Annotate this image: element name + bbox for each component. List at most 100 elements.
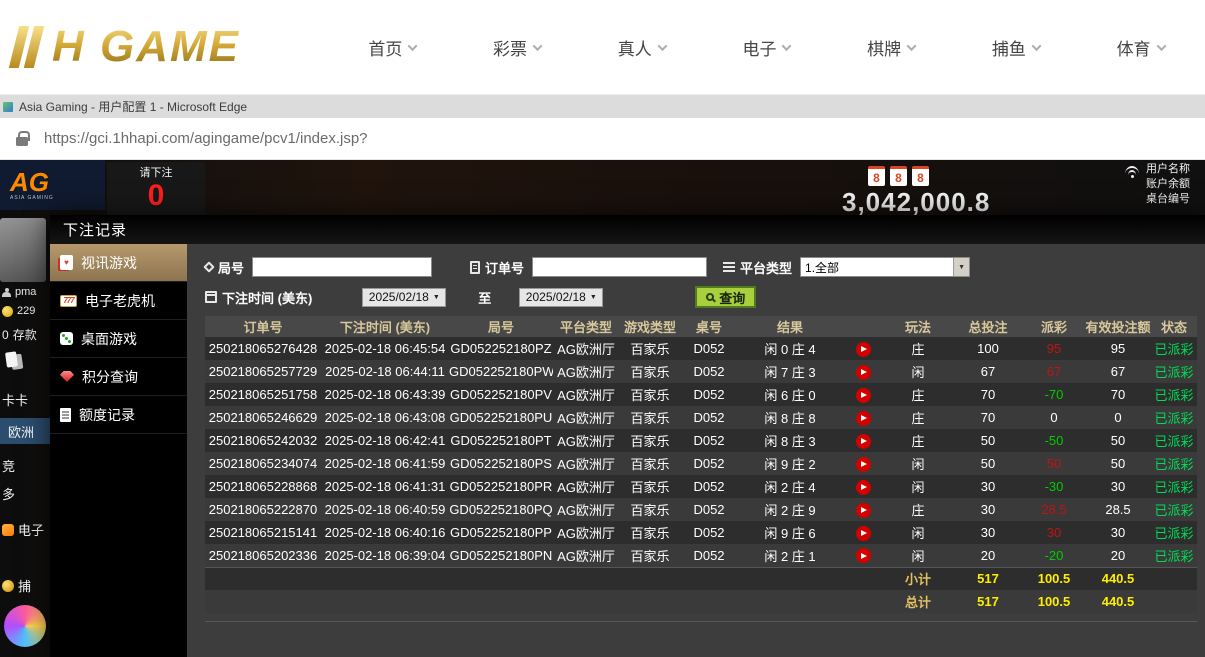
column-header: 总投注 (953, 316, 1023, 337)
records-tbody: 2502180652764282025-02-18 06:45:54GD0522… (205, 337, 1197, 613)
menu-item-label: 电子老虎机 (85, 291, 155, 311)
username-row: pma (2, 286, 36, 298)
screen: H GAME 首页 彩票 真人 电子 棋牌 捕鱼 体育 Asia Gaming … (0, 0, 1205, 657)
nav-item-live[interactable]: 真人 (618, 35, 666, 60)
bet-records-table: 订单号下注时间 (美东)局号平台类型游戏类型桌号结果玩法总投注派彩有效投注额状态… (205, 316, 1197, 613)
date-from-select[interactable]: 2025/02/18 ▼ (362, 288, 446, 307)
fish-icon (2, 580, 14, 592)
coin-balance-row: 229 (2, 305, 35, 317)
column-header: 局号 (449, 316, 553, 337)
rail-item-europe[interactable]: 欧洲 (0, 418, 50, 444)
chevron-down-icon (782, 41, 792, 51)
balance-label: 账户余额 (1146, 178, 1190, 191)
order-no-group: 订单号 (470, 258, 524, 277)
replay-button[interactable] (856, 434, 871, 449)
promo-badge-icon[interactable] (4, 605, 46, 647)
replay-button[interactable] (856, 411, 871, 426)
logo[interactable]: H GAME (10, 22, 330, 72)
deposit-label: 存款 (13, 326, 37, 343)
menu-item-video-games[interactable]: 视讯游戏 (50, 244, 187, 282)
url-text[interactable]: https://gci.1hhapi.com/agingame/pcv1/ind… (44, 130, 368, 147)
url-bar: https://gci.1hhapi.com/agingame/pcv1/ind… (0, 118, 1205, 160)
slot-777-icon (60, 295, 77, 307)
column-header: 桌号 (681, 316, 737, 337)
rail-item-duo[interactable]: 多 (2, 484, 15, 503)
table-row: 2502180652420322025-02-18 06:42:41GD0522… (205, 429, 1197, 452)
table-row: 2502180652466292025-02-18 06:43:08GD0522… (205, 406, 1197, 429)
nav-label: 棋牌 (867, 35, 901, 60)
nav-label: 彩票 (493, 35, 527, 60)
order-no-label: 订单号 (485, 258, 524, 277)
card-icon: 8 (912, 166, 929, 186)
main-nav: 首页 彩票 真人 电子 棋牌 捕鱼 体育 (330, 35, 1205, 60)
date-to-value: 2025/02/18 (526, 290, 586, 304)
modal-content: 局号 订单号 平台类型 1.全部 (187, 244, 1205, 657)
platform-group: 平台类型 (723, 258, 792, 277)
replay-button[interactable] (856, 480, 871, 495)
rail-item-jing[interactable]: 竞 (2, 456, 15, 475)
order-no-input[interactable] (532, 257, 707, 277)
nav-item-home[interactable]: 首页 (368, 35, 416, 60)
nav-label: 真人 (618, 35, 652, 60)
rail-item-electronic[interactable]: 电子 (2, 520, 44, 539)
site-header: H GAME 首页 彩票 真人 电子 棋牌 捕鱼 体育 (0, 0, 1205, 95)
replay-button[interactable] (856, 503, 871, 518)
slot-icon (2, 524, 14, 536)
game-no-input[interactable] (252, 257, 432, 277)
platform-type-select[interactable]: 1.全部 ▼ (800, 257, 970, 277)
table-header-row: 订单号下注时间 (美东)局号平台类型游戏类型桌号结果玩法总投注派彩有效投注额状态 (205, 316, 1197, 337)
column-header: 订单号 (205, 316, 321, 337)
column-header: 状态 (1151, 316, 1197, 337)
session-info: 用户名称 账户余额 桌台编号 (1146, 163, 1190, 206)
platform-type-label: 平台类型 (740, 258, 792, 277)
magnifier-icon (706, 293, 714, 301)
ag-logo: AG ASIA GAMING (0, 160, 105, 210)
replay-button[interactable] (856, 526, 871, 541)
nav-item-lottery[interactable]: 彩票 (493, 35, 541, 60)
replay-button[interactable] (856, 457, 871, 472)
replay-button[interactable] (856, 365, 871, 380)
nav-item-electronic[interactable]: 电子 (742, 35, 790, 60)
chevron-down-icon (1031, 41, 1041, 51)
modal-title: 下注记录 (50, 215, 1205, 244)
replay-button[interactable] (856, 388, 871, 403)
nav-item-chess[interactable]: 棋牌 (867, 35, 915, 60)
query-button[interactable]: 查询 (695, 286, 756, 308)
chevron-down-icon (907, 41, 917, 51)
column-header: 下注时间 (美东) (321, 316, 449, 337)
chevron-down-icon (1156, 41, 1166, 51)
table-row: 2502180652517582025-02-18 06:43:39GD0522… (205, 383, 1197, 406)
rail-item-fishing[interactable]: 捕 (2, 576, 31, 595)
bet-time-label: 下注时间 (美东) (222, 288, 312, 307)
menu-item-label: 额度记录 (79, 405, 135, 425)
rail-item-kaka[interactable]: 卡卡 (2, 390, 28, 409)
platform-type-value: 1.全部 (801, 259, 839, 276)
wifi-icon (1124, 165, 1142, 179)
nav-label: 电子 (742, 35, 776, 60)
menu-item-label: 桌面游戏 (81, 329, 137, 349)
replay-button[interactable] (856, 342, 871, 357)
nav-item-fishing[interactable]: 捕鱼 (992, 35, 1040, 60)
nav-item-sports[interactable]: 体育 (1117, 35, 1165, 60)
column-header: 结果 (737, 316, 843, 337)
query-button-label: 查询 (719, 288, 745, 307)
window-title-bar: Asia Gaming - 用户配置 1 - Microsoft Edge (0, 95, 1205, 118)
deposit-button[interactable]: 0 存款 (2, 326, 37, 343)
table-row: 2502180652023362025-02-18 06:39:04GD0522… (205, 544, 1197, 567)
dropdown-arrow-icon: ▼ (433, 294, 440, 301)
to-label: 至 (478, 288, 491, 307)
table-row: 2502180652288682025-02-18 06:41:31GD0522… (205, 475, 1197, 498)
bet-prompt: 请下注 (107, 164, 205, 180)
menu-item-points-query[interactable]: 积分查询 (50, 358, 187, 396)
menu-item-slots[interactable]: 电子老虎机 (50, 282, 187, 320)
date-to-select[interactable]: 2025/02/18 ▼ (519, 288, 603, 307)
replay-button[interactable] (856, 548, 871, 563)
gem-icon (60, 371, 74, 382)
tag-icon (203, 261, 214, 272)
bet-time-group: 下注时间 (美东) (205, 288, 312, 307)
menu-item-table-games[interactable]: 桌面游戏 (50, 320, 187, 358)
dropdown-arrow-icon: ▼ (953, 258, 969, 276)
table-balance: 3,042,000.8 (842, 187, 990, 218)
menu-item-quota-records[interactable]: 额度记录 (50, 396, 187, 434)
cards-thumbnail-icon (5, 351, 18, 367)
